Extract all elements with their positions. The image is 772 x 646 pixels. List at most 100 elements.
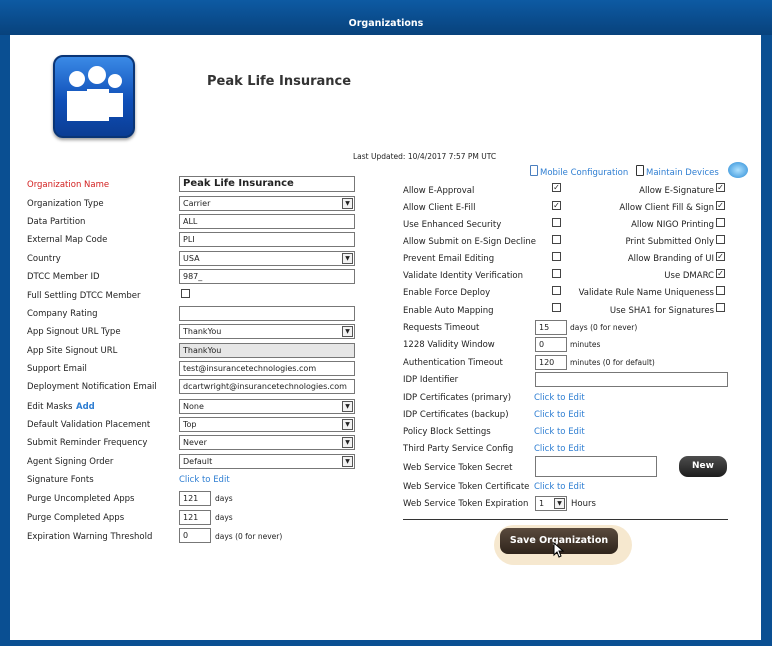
enable-auto-mapping-checkbox[interactable] xyxy=(552,303,561,312)
expiration-threshold-input[interactable]: 0 xyxy=(179,528,211,543)
label-validate-rule-name: Validate Rule Name Uniqueness xyxy=(578,288,714,298)
idp-backup-edit-link[interactable]: Click to Edit xyxy=(534,410,585,420)
third-party-config-edit-link[interactable]: Click to Edit xyxy=(534,444,585,454)
full-settling-dtcc-checkbox[interactable] xyxy=(181,289,190,298)
label-deployment-email: Deployment Notification Email xyxy=(27,382,157,392)
organization-logo xyxy=(53,55,135,138)
label-allow-esignature: Allow E-Signature xyxy=(639,186,714,196)
reminder-frequency-select[interactable]: Never ▼ xyxy=(179,435,355,450)
purge-completed-input[interactable]: 121 xyxy=(179,510,211,525)
label-ws-token-secret: Web Service Token Secret xyxy=(403,463,513,473)
label-country: Country xyxy=(27,254,61,264)
prevent-email-editing-checkbox[interactable] xyxy=(552,252,561,261)
label-edit-masks: Edit Masks xyxy=(27,402,73,412)
label-validate-identity: Validate Identity Verification xyxy=(403,271,523,281)
chevron-down-icon: ▼ xyxy=(554,498,565,509)
idp-primary-edit-link[interactable]: Click to Edit xyxy=(534,393,585,403)
signature-fonts-edit-link[interactable]: Click to Edit xyxy=(179,475,230,485)
label-ws-token-certificate: Web Service Token Certificate xyxy=(403,482,530,492)
requests-timeout-input[interactable]: 15 xyxy=(535,320,567,335)
expiration-threshold-unit: days (0 for never) xyxy=(215,532,283,541)
organization-title: Peak Life Insurance xyxy=(207,74,352,89)
label-allow-nigo-printing: Allow NIGO Printing xyxy=(631,220,714,230)
label-company-rating: Company Rating xyxy=(27,309,98,319)
external-map-code-input[interactable]: PLI xyxy=(179,232,355,247)
window-title-bar: Organizations xyxy=(0,0,772,35)
device-icon xyxy=(636,165,644,176)
validate-rule-name-checkbox[interactable] xyxy=(716,286,725,295)
label-idp-primary: IDP Certificates (primary) xyxy=(403,393,512,403)
validity-window-input[interactable]: 0 xyxy=(535,337,567,352)
mobile-configuration-link[interactable]: Mobile Configuration xyxy=(530,165,628,178)
authentication-timeout-input[interactable]: 120 xyxy=(535,355,567,370)
purge-uncompleted-input[interactable]: 121 xyxy=(179,491,211,506)
allow-esignature-checkbox[interactable]: ✓ xyxy=(716,183,725,192)
maintain-devices-link[interactable]: Maintain Devices xyxy=(636,165,719,178)
data-partition-input[interactable]: ALL xyxy=(179,214,355,229)
label-third-party-config: Third Party Service Config xyxy=(403,444,514,454)
agent-signing-order-select[interactable]: Default ▼ xyxy=(179,454,355,469)
allow-nigo-printing-checkbox[interactable] xyxy=(716,218,725,227)
label-data-partition: Data Partition xyxy=(27,217,86,227)
label-authentication-timeout: Authentication Timeout xyxy=(403,358,503,368)
label-prevent-email-editing: Prevent Email Editing xyxy=(403,254,495,264)
label-allow-branding: Allow Branding of UI xyxy=(627,254,714,264)
chevron-down-icon: ▼ xyxy=(342,401,353,412)
label-reminder-frequency: Submit Reminder Frequency xyxy=(27,438,148,448)
divider xyxy=(403,519,728,520)
purge-uncompleted-unit: days xyxy=(215,494,233,503)
label-use-enhanced-security: Use Enhanced Security xyxy=(403,220,502,230)
validate-identity-checkbox[interactable] xyxy=(552,269,561,278)
label-full-settling-dtcc: Full Settling DTCC Member xyxy=(27,291,141,301)
label-allow-client-fill-sign: Allow Client Fill & Sign xyxy=(619,203,714,213)
label-site-signout-url: App Site Signout URL xyxy=(27,346,118,356)
help-chat-icon[interactable] xyxy=(728,162,748,178)
chevron-down-icon: ▼ xyxy=(342,456,353,467)
ws-token-expiration-unit: Hours xyxy=(571,499,596,509)
support-email-input[interactable]: test@insurancetechnologies.com xyxy=(179,361,355,376)
edit-masks-add-link[interactable]: Add xyxy=(76,402,95,412)
ws-token-secret-input[interactable] xyxy=(535,456,657,477)
dtcc-member-id-input[interactable]: 987_ xyxy=(179,269,355,284)
label-use-sha1: Use SHA1 for Signatures xyxy=(609,306,714,316)
allow-client-fill-sign-checkbox[interactable]: ✓ xyxy=(716,201,725,210)
window-title: Organizations xyxy=(348,18,424,29)
purge-completed-unit: days xyxy=(215,513,233,522)
edit-masks-select[interactable]: None ▼ xyxy=(179,399,355,414)
last-updated: Last Updated: 10/4/2017 7:57 PM UTC xyxy=(353,152,497,161)
label-expiration-threshold: Expiration Warning Threshold xyxy=(27,532,153,542)
organization-name-input[interactable]: Peak Life Insurance xyxy=(179,176,355,192)
allow-eapproval-checkbox[interactable]: ✓ xyxy=(552,183,561,192)
label-idp-backup: IDP Certificates (backup) xyxy=(403,410,509,420)
allow-client-efill-checkbox[interactable]: ✓ xyxy=(552,201,561,210)
new-token-button[interactable]: New xyxy=(679,456,727,477)
label-purge-uncompleted: Purge Uncompleted Apps xyxy=(27,494,135,504)
organization-panel: Peak Life Insurance Last Updated: 10/4/2… xyxy=(10,35,761,640)
country-select[interactable]: USA ▼ xyxy=(179,251,355,266)
chevron-down-icon: ▼ xyxy=(342,198,353,209)
people-icon xyxy=(67,66,123,121)
validation-placement-select[interactable]: Top ▼ xyxy=(179,417,355,432)
policy-block-edit-link[interactable]: Click to Edit xyxy=(534,427,585,437)
signout-url-type-select[interactable]: ThankYou ▼ xyxy=(179,324,355,339)
allow-submit-decline-checkbox[interactable] xyxy=(552,235,561,244)
use-dmarc-checkbox[interactable]: ✓ xyxy=(716,269,725,278)
use-enhanced-security-checkbox[interactable] xyxy=(552,218,561,227)
enable-force-deploy-checkbox[interactable] xyxy=(552,286,561,295)
label-idp-identifier: IDP Identifier xyxy=(403,375,459,385)
print-submitted-only-checkbox[interactable] xyxy=(716,235,725,244)
chevron-down-icon: ▼ xyxy=(342,419,353,430)
use-sha1-checkbox[interactable] xyxy=(716,303,725,312)
ws-token-expiration-select[interactable]: 1 ▼ xyxy=(535,496,567,511)
ws-token-certificate-edit-link[interactable]: Click to Edit xyxy=(534,482,585,492)
company-rating-input[interactable] xyxy=(179,306,355,321)
label-allow-client-efill: Allow Client E-Fill xyxy=(403,203,476,213)
label-validation-placement: Default Validation Placement xyxy=(27,420,151,430)
label-dtcc-member-id: DTCC Member ID xyxy=(27,272,100,282)
deployment-email-input[interactable]: dcartwright@insurancetechnologies.com xyxy=(179,379,355,394)
label-agent-signing-order: Agent Signing Order xyxy=(27,457,114,467)
site-signout-url-input: ThankYou xyxy=(179,343,355,358)
idp-identifier-input[interactable] xyxy=(535,372,728,387)
allow-branding-checkbox[interactable]: ✓ xyxy=(716,252,725,261)
organization-type-select[interactable]: Carrier ▼ xyxy=(179,196,355,211)
